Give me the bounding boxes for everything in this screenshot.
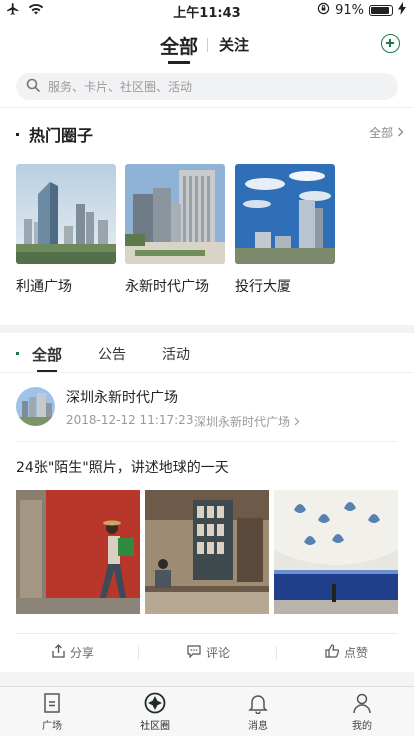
feed-tab-notice[interactable]: 公告 — [98, 344, 126, 364]
comment-button[interactable]: 评论 — [187, 644, 230, 661]
section-divider — [0, 325, 414, 333]
plaza-icon — [22, 691, 82, 715]
tabbar-label: 广场 — [42, 721, 62, 732]
tab-follow[interactable]: 关注 — [219, 34, 249, 55]
circle-card-touhang[interactable]: 投行大厦 — [235, 164, 335, 296]
tabbar-label: 我的 — [352, 721, 372, 732]
search-icon — [26, 77, 40, 96]
bell-icon — [228, 691, 288, 715]
tabbar-label: 社区圈 — [140, 721, 170, 732]
circle-name: 永新时代广场 — [125, 279, 209, 295]
bottom-tab-bar: 广场 社区圈 消息 我的 — [0, 686, 414, 736]
thumbs-up-icon — [325, 644, 340, 661]
battery-percent: 91% — [335, 3, 364, 18]
post-image-2[interactable] — [145, 490, 269, 614]
post-time: 2018-12-12 11:17:23 — [66, 413, 194, 427]
hot-circles-title: 热门圈子 — [16, 122, 93, 146]
search-bar[interactable] — [16, 73, 398, 100]
status-bar: 上午11:43 91% — [0, 0, 414, 21]
battery-icon — [369, 5, 393, 16]
feed-tabs: 全部 公告 活动 — [0, 338, 414, 373]
circle-image — [16, 164, 116, 264]
action-divider — [138, 646, 139, 660]
rotation-lock-icon — [317, 2, 330, 19]
divider — [16, 441, 398, 442]
tabbar-item-community[interactable]: 社区圈 — [125, 691, 185, 732]
share-icon — [52, 644, 65, 661]
all-link-label: 全部 — [369, 126, 394, 140]
comment-icon — [187, 644, 201, 661]
post-image-1[interactable] — [16, 490, 140, 614]
like-label: 点赞 — [344, 646, 369, 660]
top-nav: 全部 关注 — [0, 26, 414, 66]
circle-card-yongxin[interactable]: 永新时代广场 — [125, 164, 225, 296]
tabs-dot — [16, 352, 19, 355]
tab-all[interactable]: 全部 — [160, 32, 198, 59]
person-icon — [332, 691, 392, 715]
divider — [0, 107, 414, 108]
charging-icon — [398, 2, 406, 19]
nav-divider — [207, 38, 208, 52]
hot-circles-all-link[interactable]: 全部 — [369, 124, 404, 141]
circle-name: 利通广场 — [16, 279, 72, 295]
circle-name: 投行大厦 — [235, 279, 291, 295]
tabbar-item-plaza[interactable]: 广场 — [22, 691, 82, 732]
section-divider — [0, 672, 414, 686]
chevron-right-icon — [397, 126, 404, 140]
community-circle-icon — [125, 691, 185, 715]
feed-tab-activity[interactable]: 活动 — [162, 344, 190, 364]
chevron-right-icon — [294, 415, 300, 429]
post-source-link[interactable]: 深圳永新时代广场 — [194, 413, 300, 430]
circle-image — [235, 164, 335, 264]
circle-image — [125, 164, 225, 264]
plus-circle-icon[interactable] — [381, 34, 400, 53]
post-image-3[interactable] — [274, 490, 398, 614]
tabbar-label: 消息 — [248, 721, 268, 732]
share-button[interactable]: 分享 — [52, 644, 94, 661]
feed-tab-all[interactable]: 全部 — [32, 344, 62, 365]
share-label: 分享 — [70, 646, 95, 660]
divider — [0, 372, 414, 373]
circle-card-litong[interactable]: 利通广场 — [16, 164, 116, 296]
tabbar-item-messages[interactable]: 消息 — [228, 691, 288, 732]
post-author[interactable]: 深圳永新时代广场 — [66, 387, 178, 407]
title-dot — [16, 132, 19, 136]
search-input[interactable] — [48, 79, 368, 94]
tabbar-item-me[interactable]: 我的 — [332, 691, 392, 732]
like-button[interactable]: 点赞 — [325, 644, 368, 661]
avatar[interactable] — [16, 387, 55, 426]
comment-label: 评论 — [206, 646, 231, 660]
post-actions: 分享 评论 点赞 — [16, 633, 398, 671]
hot-circles-title-text: 热门圈子 — [29, 126, 94, 145]
tab-all-indicator — [168, 61, 190, 64]
action-divider — [276, 646, 277, 660]
post-text: 24张"陌生"照片，讲述地球的一天 — [16, 460, 229, 476]
post-source-label: 深圳永新时代广场 — [194, 415, 291, 429]
